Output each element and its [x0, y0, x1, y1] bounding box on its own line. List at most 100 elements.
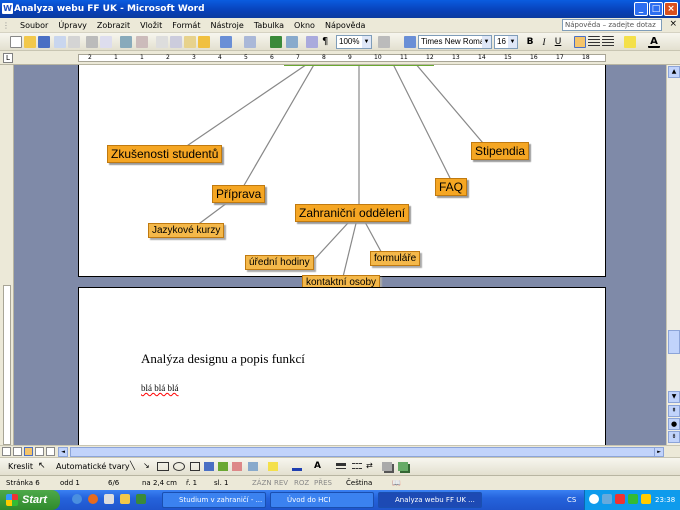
doc-close-icon[interactable]: ×	[669, 19, 677, 29]
font-size-select[interactable]: 16 ▼	[494, 35, 518, 49]
help-search-input[interactable]: Nápověda – zadejte dotaz	[562, 19, 662, 31]
font-select[interactable]: Times New Roman ▼	[418, 35, 492, 49]
undo-icon[interactable]	[220, 36, 232, 48]
tables-borders-icon[interactable]	[286, 36, 298, 48]
start-button[interactable]: Start	[0, 490, 60, 510]
permission-icon[interactable]	[54, 36, 66, 48]
cut-icon[interactable]	[156, 36, 168, 48]
body-text[interactable]: blá blá blá	[141, 383, 179, 393]
tray-help-icon[interactable]	[589, 494, 599, 504]
status-ext[interactable]: ROZ	[294, 479, 309, 487]
tray-shield-icon[interactable]	[641, 494, 651, 504]
horizontal-scrollbar[interactable]: ◄ ►	[0, 445, 680, 457]
zoom-select[interactable]: 100% ▼	[336, 35, 372, 49]
status-track[interactable]: REV	[274, 479, 288, 487]
explorer-icon[interactable]	[120, 494, 130, 504]
research-icon[interactable]	[136, 36, 148, 48]
menu-nastroje[interactable]: Nástroje	[210, 21, 243, 30]
tray-update-icon[interactable]	[628, 494, 638, 504]
task-analyza-webu[interactable]: Analyza webu FF UK ...	[378, 492, 482, 508]
status-language[interactable]: Čeština	[346, 479, 372, 487]
scroll-left-icon[interactable]: ◄	[58, 447, 68, 457]
copy-icon[interactable]	[170, 36, 182, 48]
shadow-style-icon[interactable]	[382, 462, 392, 471]
horizontal-ruler[interactable]: L 2 1 1 2 3 4 5 6 7 8 9 10 11 12 13 14 15 16 17 18	[0, 51, 680, 65]
vertical-scrollbar[interactable]: ▲ ▼ ⇞ ● ⇟	[666, 65, 680, 445]
new-document-icon[interactable]	[10, 36, 22, 48]
outline-view-icon[interactable]	[35, 447, 44, 456]
rectangle-icon[interactable]	[157, 462, 169, 471]
ie-icon[interactable]	[72, 494, 82, 504]
justify-icon[interactable]	[602, 36, 614, 48]
styles-icon[interactable]	[404, 36, 416, 48]
textbox-icon[interactable]	[190, 462, 200, 471]
print-icon[interactable]	[86, 36, 98, 48]
minimize-button[interactable]: _	[634, 2, 648, 16]
oval-icon[interactable]	[173, 462, 185, 471]
scroll-down-icon[interactable]: ▼	[668, 391, 680, 403]
menu-tabulka[interactable]: Tabulka	[254, 21, 284, 30]
underline-icon[interactable]: U	[552, 36, 564, 48]
menu-soubor[interactable]: Soubor	[20, 21, 48, 30]
picture-icon[interactable]	[248, 462, 258, 471]
clock[interactable]: 23:38	[655, 496, 675, 504]
dash-style-icon[interactable]	[352, 463, 362, 469]
quicklaunch-icon[interactable]	[136, 494, 146, 504]
task-studium[interactable]: Studium v zahraničí - ...	[162, 492, 266, 508]
spelling-status-icon[interactable]: 📖	[392, 479, 401, 487]
node-faq[interactable]: FAQ	[435, 178, 468, 196]
node-uredni-hodiny[interactable]: úřední hodiny	[245, 255, 314, 270]
scroll-up-icon[interactable]: ▲	[668, 66, 680, 78]
close-button[interactable]: ×	[664, 2, 678, 16]
task-uvod-hci[interactable]: Úvod do HCI	[270, 492, 374, 508]
draw-menu[interactable]: Kreslit	[8, 462, 33, 471]
menu-upravy[interactable]: Úpravy	[58, 21, 87, 30]
browse-object-icon[interactable]: ●	[668, 418, 680, 430]
wordart-icon[interactable]	[204, 462, 214, 471]
email-icon[interactable]	[68, 36, 80, 48]
format-painter-icon[interactable]	[198, 36, 210, 48]
web-view-icon[interactable]	[13, 447, 22, 456]
language-indicator[interactable]: CS	[567, 496, 576, 504]
scroll-right-icon[interactable]: ►	[654, 447, 664, 457]
menu-okno[interactable]: Okno	[294, 21, 315, 30]
menu-format[interactable]: Formát	[172, 21, 200, 30]
tab-selector-icon[interactable]: L	[3, 53, 13, 63]
open-folder-icon[interactable]	[24, 36, 36, 48]
node-formulare[interactable]: formuláře	[370, 251, 421, 266]
status-rec[interactable]: ZÁZN	[252, 479, 272, 487]
arrow-style-icon[interactable]: ⇄	[366, 461, 373, 470]
reading-view-icon[interactable]	[46, 447, 55, 456]
document-map-icon[interactable]	[306, 36, 318, 48]
print-preview-icon[interactable]	[100, 36, 112, 48]
page-heading[interactable]: Analýza designu a popis funkcí	[141, 351, 305, 367]
node-zahranicni-oddeleni[interactable]: Zahraniční oddělení	[295, 204, 410, 222]
node-priprava[interactable]: Příprava	[212, 185, 266, 203]
italic-icon[interactable]: I	[538, 36, 550, 48]
vertical-ruler[interactable]	[0, 65, 14, 445]
clipart-icon[interactable]	[232, 462, 242, 471]
save-icon[interactable]	[38, 36, 50, 48]
3d-style-icon[interactable]	[398, 462, 408, 471]
arrow-icon[interactable]: ↘	[143, 461, 150, 470]
menu-zobrazit[interactable]: Zobrazit	[97, 21, 130, 30]
desktop-icon[interactable]	[104, 494, 114, 504]
status-ovr[interactable]: PŘES	[314, 479, 332, 487]
central-node[interactable]	[284, 65, 434, 66]
align-center-icon[interactable]	[588, 36, 600, 48]
show-formatting-icon[interactable]: ¶	[322, 36, 334, 48]
page-diagram[interactable]: Zkušenosti studentů Příprava Zahraniční …	[78, 65, 606, 290]
align-left-icon[interactable]	[574, 36, 586, 48]
node-zkusenosti-studentu[interactable]: Zkušenosti studentů	[107, 145, 223, 163]
bold-icon[interactable]: B	[524, 36, 536, 48]
drawing-font-color-icon[interactable]: A	[314, 461, 321, 471]
tray-network-icon[interactable]	[602, 494, 612, 504]
tray-security-icon[interactable]	[615, 494, 625, 504]
select-pointer-icon[interactable]: ↖	[38, 461, 46, 471]
redo-icon[interactable]	[244, 36, 256, 48]
hyperlink-icon[interactable]	[270, 36, 282, 48]
document-area[interactable]: Zkušenosti studentů Příprava Zahraniční …	[14, 65, 666, 445]
diagram-icon[interactable]	[218, 462, 228, 471]
previous-page-icon[interactable]: ⇞	[668, 405, 680, 417]
line-color-icon[interactable]	[292, 462, 302, 471]
